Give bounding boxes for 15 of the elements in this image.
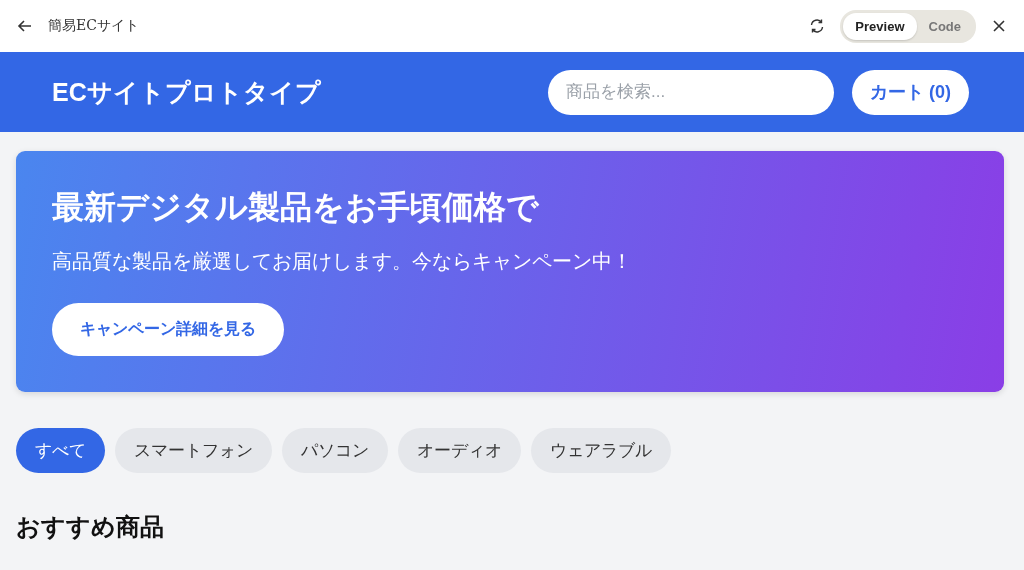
cart-button[interactable]: カート (0) — [852, 69, 969, 115]
section-title: おすすめ商品 — [16, 512, 165, 542]
site-title: ECサイトプロトタイプ — [52, 76, 322, 108]
campaign-button[interactable]: キャンペーン詳細を見る — [52, 303, 284, 356]
view-tab[interactable]: Preview — [843, 12, 917, 40]
banner-title: 最新デジタル製品をお手頃価格で — [52, 188, 540, 227]
view-tab[interactable]: Code — [916, 12, 973, 40]
search-field[interactable]: 商品を検索... — [548, 69, 834, 115]
category-chip[interactable]: スマートフォン — [115, 428, 272, 473]
banner-subtitle: 高品質な製品を厳選してお届けします。今ならキャンペーン中！ — [52, 249, 633, 274]
category-chip[interactable]: すべて — [16, 428, 105, 473]
category-chip[interactable]: オーディオ — [398, 428, 521, 473]
window-title: 簡易ECサイト — [48, 17, 140, 35]
category-chip[interactable]: パソコン — [282, 428, 388, 473]
category-chip[interactable]: ウェアラブル — [531, 428, 671, 473]
